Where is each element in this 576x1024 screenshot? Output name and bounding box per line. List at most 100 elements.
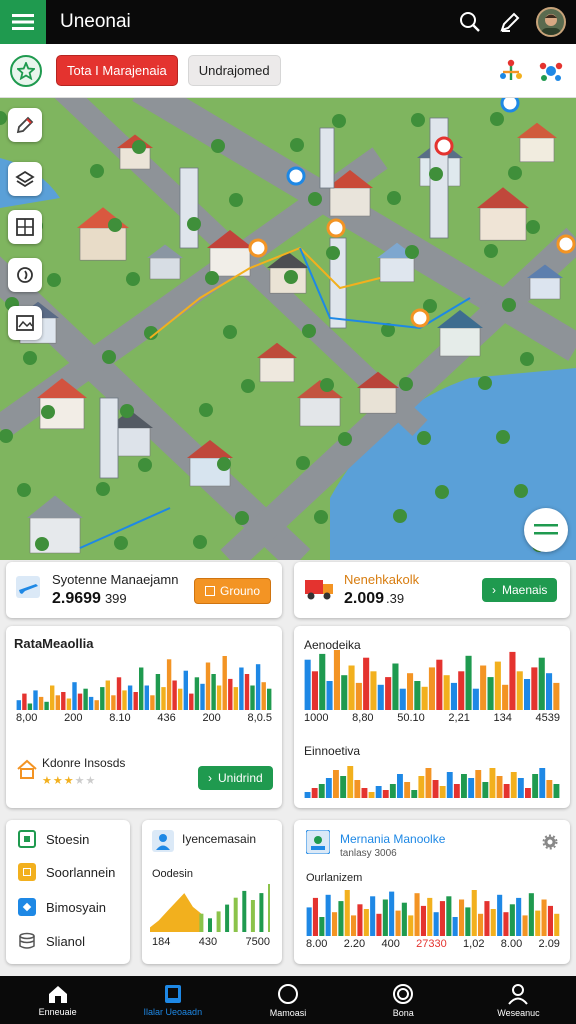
- chart-bar: [27, 703, 33, 710]
- map-canvas[interactable]: [0, 98, 576, 560]
- box-icon: [205, 586, 215, 596]
- chart-bar: [150, 695, 155, 710]
- map-marker[interactable]: [248, 238, 268, 258]
- chart-bar: [259, 893, 264, 932]
- id-card-icon: [306, 830, 330, 854]
- user-portrait-icon: [541, 14, 561, 35]
- chart-bar: [267, 688, 272, 710]
- search-button[interactable]: [450, 0, 490, 44]
- unidrind-button[interactable]: › Unidrind: [198, 766, 273, 790]
- favorite-button[interactable]: [10, 54, 42, 87]
- chart-bar: [496, 776, 503, 798]
- rating-star-icon: ★: [52, 775, 64, 787]
- chart-bar: [326, 681, 333, 710]
- app-title: Uneonai: [60, 11, 131, 32]
- chart-bar: [432, 780, 439, 798]
- chart-bar: [311, 671, 318, 710]
- chart-bar: [340, 776, 347, 798]
- system-value-group: 2.9699 399: [52, 590, 127, 608]
- map-tool-target[interactable]: [8, 258, 42, 292]
- x-tick-label: 430: [198, 936, 218, 948]
- bottom-nav: Enneuaie Ilalar Ueoaadn Mamoasi Bona Wes…: [0, 976, 576, 1024]
- map-marker[interactable]: [326, 218, 346, 238]
- chart-bar: [357, 904, 363, 936]
- chart-bar: [446, 896, 452, 936]
- tree: [35, 537, 49, 551]
- nav-item-bona[interactable]: Bona: [346, 976, 461, 1024]
- menu-button[interactable]: [0, 0, 46, 44]
- chart-bar: [338, 901, 344, 936]
- city-map[interactable]: [0, 98, 576, 560]
- chart-bar: [166, 659, 172, 710]
- x-tick-label: 1000: [304, 712, 329, 724]
- x-tick-label: 27330: [416, 938, 447, 950]
- chart-bar: [480, 665, 487, 710]
- tower: [99, 397, 119, 479]
- tree: [502, 298, 516, 312]
- tree: [296, 456, 310, 470]
- chart-bar: [389, 784, 396, 798]
- gear-icon[interactable]: [542, 834, 558, 850]
- filter-chip-active[interactable]: Tota I Marajenaia: [56, 55, 178, 86]
- chart-bar: [216, 685, 222, 710]
- chart-bar: [428, 667, 435, 710]
- side-item-label: Slianol: [46, 933, 86, 949]
- side-item-bimosyain[interactable]: Bimosyain: [18, 898, 106, 916]
- map-menu-fab[interactable]: [524, 508, 568, 552]
- map-tool-grid[interactable]: [8, 210, 42, 244]
- x-tick-label: 8.10: [109, 712, 131, 724]
- avatar[interactable]: [536, 7, 566, 37]
- tree: [514, 484, 528, 498]
- chart-bar: [268, 884, 270, 932]
- chart-bar: [418, 776, 425, 798]
- target-ring-icon: [393, 983, 414, 1004]
- chart-bar: [205, 662, 211, 710]
- rating-star-icon: ★: [85, 775, 97, 787]
- tree-network-icon[interactable]: [498, 58, 524, 84]
- chart-bar: [354, 780, 361, 798]
- tree: [338, 432, 352, 446]
- chart-bar: [541, 899, 547, 936]
- chart-bar: [382, 790, 389, 798]
- rating-star-icon: ★: [42, 775, 53, 787]
- chart-bar: [250, 685, 255, 710]
- map-tool-draw[interactable]: [8, 108, 42, 142]
- x-tick-label: 2.20: [343, 938, 366, 950]
- chart-bar: [225, 904, 230, 932]
- maenais-button[interactable]: › Maenais: [482, 578, 558, 602]
- system-card[interactable]: Syotenne Manaejamn 2.9699 399 Grouno: [6, 562, 282, 618]
- nav-item-circle[interactable]: Mamoasi: [230, 976, 345, 1024]
- chart-bar: [172, 680, 177, 710]
- vehicle-card[interactable]: Nenehkakolk 2.009 .39 › Maenais: [294, 562, 570, 618]
- chart-bar: [72, 682, 77, 710]
- vehicle-value: 2.009: [344, 590, 385, 607]
- map-marker[interactable]: [500, 98, 520, 113]
- map-marker[interactable]: [434, 136, 454, 156]
- manual-x-axis: 8.00 2.20 400 27330 1,02 8.00 2.09: [306, 938, 560, 950]
- map-tool-image[interactable]: [8, 306, 42, 340]
- side-item-stoesin[interactable]: Stoesin: [18, 830, 89, 848]
- database-icon: [19, 932, 35, 949]
- side-item-slianol[interactable]: Slianol: [18, 932, 85, 950]
- map-tool-layers[interactable]: [8, 162, 42, 196]
- map-marker[interactable]: [410, 308, 430, 328]
- grouno-button[interactable]: Grouno: [194, 578, 272, 604]
- aenodeika-x-axis: 1000 8,80 50.10 2,21 134 4539: [304, 712, 560, 724]
- edit-button[interactable]: [490, 0, 530, 44]
- tree: [405, 245, 419, 259]
- map-marker[interactable]: [556, 234, 576, 254]
- nav-item-profile[interactable]: Weseanuc: [461, 976, 576, 1024]
- share-dots-icon[interactable]: [538, 58, 564, 84]
- tree: [0, 111, 7, 125]
- chart-bar: [503, 784, 510, 798]
- chart-bar: [401, 902, 407, 936]
- map-marker[interactable]: [286, 166, 306, 186]
- x-tick-label: 200: [64, 712, 83, 724]
- x-tick-label: 7500: [245, 936, 270, 948]
- nav-item-active[interactable]: Ilalar Ueoaadn: [115, 976, 230, 1024]
- chart-bar: [475, 770, 482, 798]
- nav-item-home[interactable]: Enneuaie: [0, 976, 115, 1024]
- filter-chip-inactive[interactable]: Undrajomed: [187, 55, 281, 86]
- side-item-soorlannein[interactable]: Soorlannein: [18, 863, 115, 881]
- chart-bar: [535, 910, 541, 936]
